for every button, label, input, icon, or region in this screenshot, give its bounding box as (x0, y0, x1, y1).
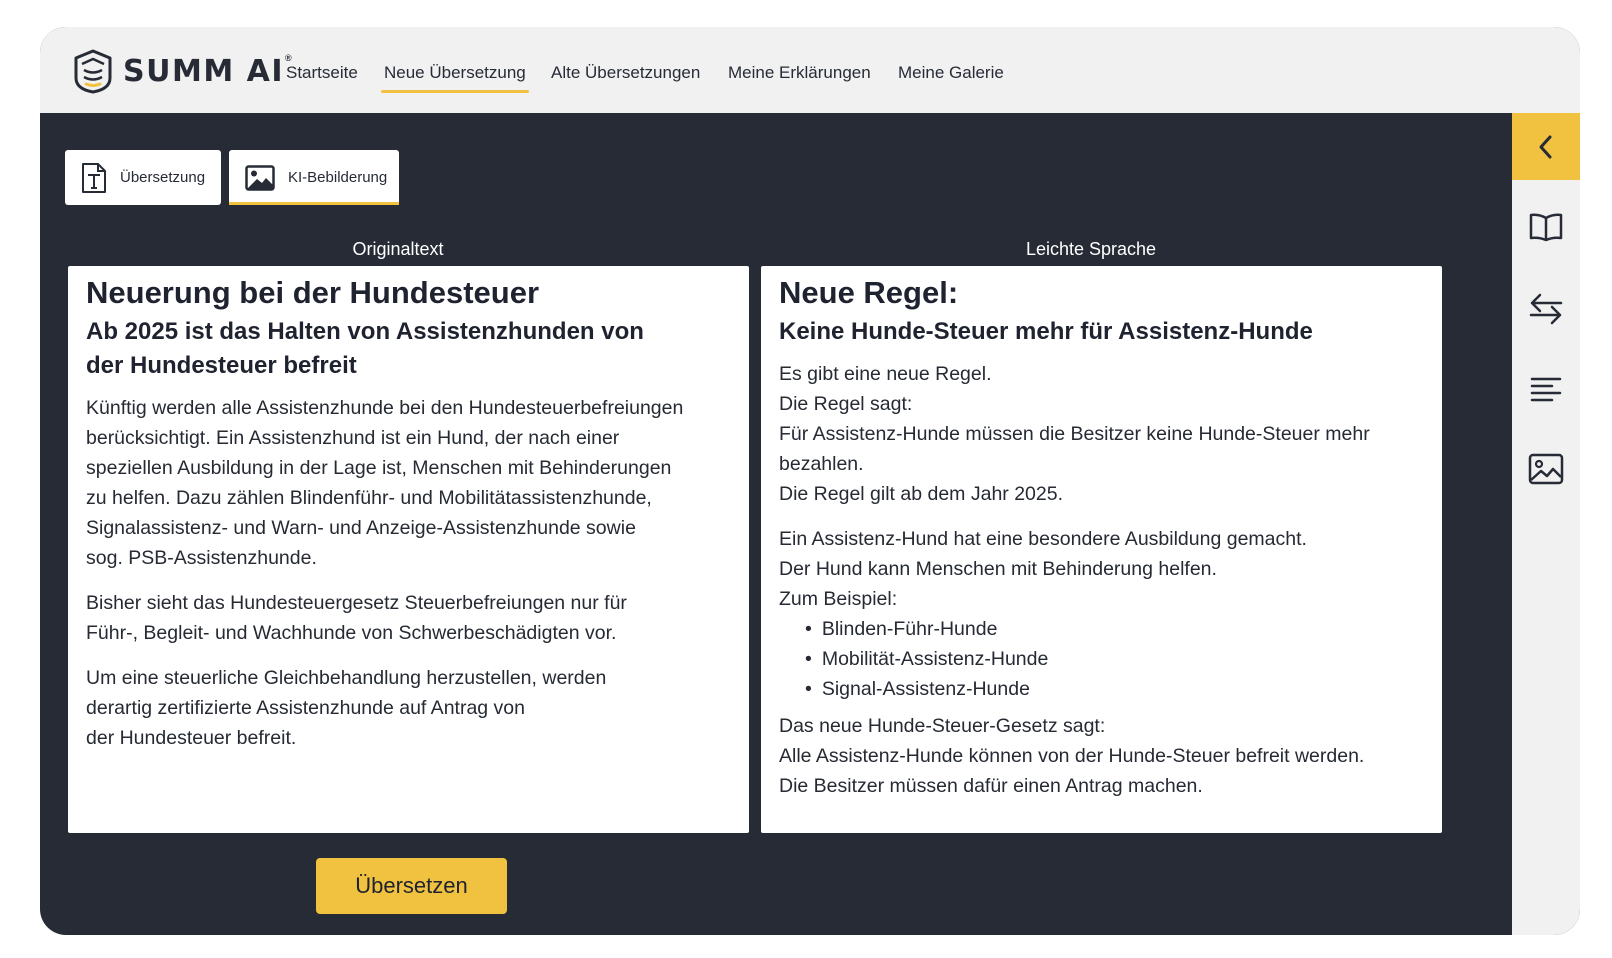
translate-button[interactable]: Übersetzen (316, 858, 507, 914)
tab-uebersetzung[interactable]: Übersetzung (65, 150, 221, 205)
swap-arrows-icon (1529, 293, 1563, 325)
original-paragraph: Um eine steuerliche Gleichbehandlung her… (86, 667, 607, 749)
book-icon (1529, 213, 1563, 242)
brand-logo[interactable]: SUMM AI ® (72, 47, 292, 95)
original-title: Neuerung bei der Hundesteuer (86, 275, 540, 310)
sidebar-image-button[interactable] (1512, 447, 1580, 491)
image-icon (245, 164, 275, 191)
tab-uebersetzung-label: Übersetzung (120, 169, 206, 186)
simple-panel-label: Leichte Sprache (1025, 239, 1157, 259)
examples-list: Blinden-Führ-Hunde Mobilität-Assistenz-H… (805, 614, 1424, 704)
simple-paragraph: Es gibt eine neue Regel. Die Regel sagt:… (779, 363, 1370, 505)
text-lines-icon (1530, 377, 1562, 402)
list-item: Mobilität-Assistenz-Hunde (805, 644, 1424, 674)
nav-item-startseite[interactable]: Startseite (286, 63, 358, 83)
tab-ki-bebilderung[interactable]: KI-Bebilderung (229, 150, 399, 205)
original-panel-label: Originaltext (352, 239, 444, 259)
sidebar-swap-button[interactable] (1512, 287, 1580, 331)
nav-item-neue-uebersetzung[interactable]: Neue Übersetzung (381, 63, 529, 93)
right-sidebar (1512, 113, 1580, 935)
brand-name: SUMM AI (123, 53, 284, 89)
simple-paragraph: Ein Assistenz-Hund hat eine besondere Au… (779, 528, 1307, 610)
app-window: SUMM AI ® Startseite Neue Übersetzung Al… (40, 27, 1580, 935)
sidebar-collapse-button[interactable] (1512, 113, 1580, 180)
simple-title: Neue Regel: (779, 275, 959, 310)
list-item: Signal-Assistenz-Hunde (805, 674, 1424, 704)
nav-item-meine-erklaerungen[interactable]: Meine Erklärungen (728, 63, 871, 83)
image-icon (1528, 453, 1564, 485)
list-item: Blinden-Führ-Hunde (805, 614, 1424, 644)
simple-language-panel[interactable]: Neue Regel: Keine Hunde-Steuer mehr für … (761, 266, 1442, 833)
original-paragraph: Künftig werden alle Assistenzhunde bei d… (86, 397, 684, 569)
original-paragraph: Bisher sieht das Hundesteuergesetz Steue… (86, 592, 627, 644)
top-header: SUMM AI ® Startseite Neue Übersetzung Al… (40, 27, 1580, 113)
text-document-icon (82, 162, 106, 193)
original-subtitle: Ab 2025 ist das Halten von Assistenzhund… (86, 318, 644, 379)
tab-ki-bebilderung-label: KI-Bebilderung (288, 169, 388, 186)
brand-registered-mark: ® (285, 53, 292, 63)
brand-mascot-icon (74, 49, 112, 94)
simple-subtitle: Keine Hunde-Steuer mehr für Assistenz-Hu… (779, 318, 1313, 345)
original-text-panel[interactable]: Neuerung bei der Hundesteuer Ab 2025 ist… (68, 266, 749, 833)
chevron-left-icon (1539, 135, 1552, 158)
nav-item-alte-uebersetzungen[interactable]: Alte Übersetzungen (551, 63, 700, 83)
nav-item-meine-galerie[interactable]: Meine Galerie (898, 63, 1004, 83)
simple-paragraph: Das neue Hunde-Steuer-Gesetz sagt: Alle … (779, 715, 1365, 797)
sidebar-dictionary-button[interactable] (1512, 205, 1580, 249)
sidebar-text-button[interactable] (1512, 368, 1580, 412)
